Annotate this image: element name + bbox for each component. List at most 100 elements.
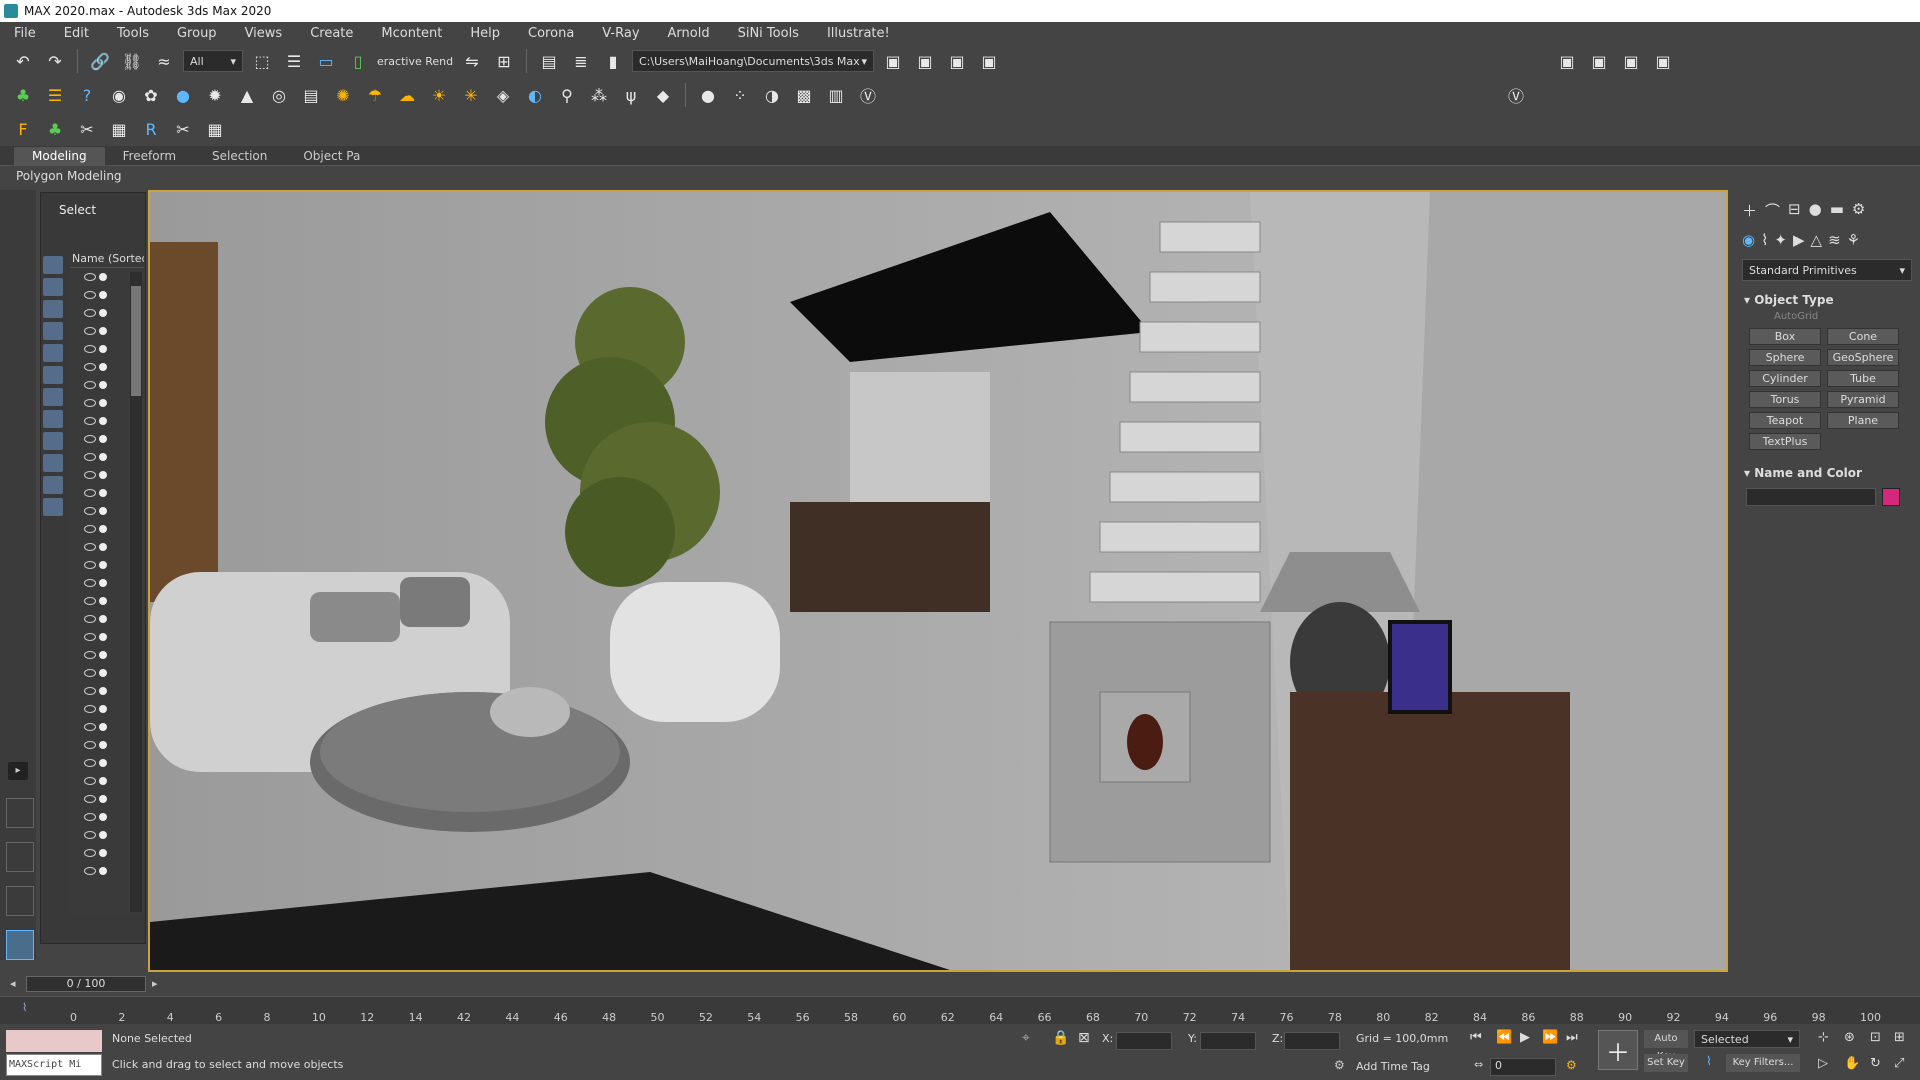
autogrid-checkbox[interactable]: AutoGrid	[1736, 311, 1920, 322]
tab-modeling[interactable]: Modeling	[14, 147, 105, 165]
visibility-eye-icon[interactable]	[84, 327, 96, 335]
visibility-eye-icon[interactable]	[84, 831, 96, 839]
freeze-dot-icon[interactable]	[99, 849, 107, 857]
box-button[interactable]: Box	[1749, 328, 1821, 345]
help-icon[interactable]: ?	[74, 82, 100, 108]
curve-editor-icon[interactable]: ⌇	[22, 1001, 27, 1014]
tools-icon[interactable]: ✂	[74, 116, 100, 142]
visibility-eye-icon[interactable]	[84, 849, 96, 857]
freeze-dot-icon[interactable]	[99, 381, 107, 389]
freeze-dot-icon[interactable]	[99, 687, 107, 695]
torus-button[interactable]: Torus	[1749, 391, 1821, 408]
maxscript-mini-listener[interactable]: MAXScript Mi	[6, 1054, 102, 1076]
railclone-icon[interactable]: R	[138, 116, 164, 142]
scrollbar-thumb[interactable]	[131, 286, 141, 396]
visibility-eye-icon[interactable]	[84, 723, 96, 731]
select-object-icon[interactable]: ⬚	[249, 48, 275, 74]
name-color-rollout-title[interactable]: ▾ Name and Color	[1736, 462, 1920, 484]
unlink-icon[interactable]: ⛓	[119, 48, 145, 74]
visibility-eye-icon[interactable]	[84, 507, 96, 515]
rectangular-selection-icon[interactable]: ▭	[313, 48, 339, 74]
visibility-eye-icon[interactable]	[84, 597, 96, 605]
freeze-dot-icon[interactable]	[99, 615, 107, 623]
filter-hidden-icon[interactable]	[43, 498, 63, 516]
ribbon-toggle-icon[interactable]: ▮	[600, 48, 626, 74]
visibility-eye-icon[interactable]	[84, 381, 96, 389]
select-by-name-icon[interactable]: ☰	[281, 48, 307, 74]
zoom-icon[interactable]: ⊹	[1818, 1030, 1829, 1045]
render-setup-icon[interactable]: ▣	[1554, 48, 1580, 74]
helpers-icon[interactable]: △	[1811, 231, 1823, 249]
layer-explorer-icon[interactable]: ≣	[568, 48, 594, 74]
link-icon[interactable]: 🔗	[87, 48, 113, 74]
menu-corona[interactable]: Corona	[514, 26, 588, 41]
tripod-icon[interactable]: ⚲	[554, 82, 580, 108]
freeze-dot-icon[interactable]	[99, 399, 107, 407]
freeze-dot-icon[interactable]	[99, 813, 107, 821]
material-editor-icon[interactable]: ⁘	[727, 82, 753, 108]
cameras-icon[interactable]: ▶	[1793, 231, 1805, 249]
filter-cameras-icon[interactable]	[43, 322, 63, 340]
freeze-dot-icon[interactable]	[99, 795, 107, 803]
menu-vray[interactable]: V-Ray	[588, 26, 653, 41]
isolate-icon[interactable]: ⌖	[1022, 1030, 1030, 1046]
render-iterative-icon[interactable]: ▣	[1650, 48, 1676, 74]
selection-filter-dropdown[interactable]: All ▾	[183, 50, 243, 72]
systems-icon[interactable]: ⚘	[1847, 231, 1860, 249]
menu-help[interactable]: Help	[456, 26, 514, 41]
menu-tools[interactable]: Tools	[103, 26, 163, 41]
prev-frame-icon[interactable]: ◂	[10, 977, 16, 990]
freeze-dot-icon[interactable]	[99, 579, 107, 587]
layout-tab-icon[interactable]	[6, 842, 34, 872]
utilities-tab-icon[interactable]: ⚙	[1852, 200, 1865, 221]
freeze-dot-icon[interactable]	[99, 759, 107, 767]
auto-key-button[interactable]: Auto Key	[1644, 1030, 1688, 1062]
freeze-dot-icon[interactable]	[99, 363, 107, 371]
set-key-button[interactable]: Set Key	[1644, 1054, 1688, 1072]
render-production-icon[interactable]: ▣	[944, 48, 970, 74]
set-key-big-icon[interactable]: ＋	[1598, 1030, 1638, 1070]
key-mode-dropdown[interactable]: Selected ▾	[1694, 1030, 1800, 1048]
render-production-icon[interactable]: ▣	[1618, 48, 1644, 74]
freeze-dot-icon[interactable]	[99, 867, 107, 875]
tab-object-paint[interactable]: Object Pa	[285, 147, 378, 165]
visibility-eye-icon[interactable]	[84, 435, 96, 443]
visibility-eye-icon[interactable]	[84, 453, 96, 461]
track-bar[interactable]: ⌇ 0 2 4 6 8 10 12 14 42 44 46 48 50 52 54 56 58 60 62 64 66 6…	[0, 996, 1920, 1024]
menu-create[interactable]: Create	[296, 26, 367, 41]
create-tab-icon[interactable]: ＋	[1742, 200, 1757, 221]
visibility-eye-icon[interactable]	[84, 489, 96, 497]
cylinder-button[interactable]: Cylinder	[1749, 370, 1821, 387]
filter-groups-icon[interactable]	[43, 388, 63, 406]
visibility-eye-icon[interactable]	[84, 687, 96, 695]
object-type-rollout-title[interactable]: ▾ Object Type	[1736, 289, 1920, 311]
key-filters-button[interactable]: Key Filters...	[1726, 1054, 1800, 1072]
grass-icon[interactable]: ψ	[618, 82, 644, 108]
freeze-dot-icon[interactable]	[99, 489, 107, 497]
visibility-eye-icon[interactable]	[84, 759, 96, 767]
light-icon[interactable]: ✿	[138, 82, 164, 108]
absolute-mode-icon[interactable]: ⊠	[1078, 1030, 1090, 1046]
sphere-button[interactable]: Sphere	[1749, 349, 1821, 366]
box-icon[interactable]: ◈	[490, 82, 516, 108]
time-tag-icon[interactable]: ⚙	[1334, 1058, 1345, 1072]
table-icon[interactable]: ▦	[202, 116, 228, 142]
visibility-eye-icon[interactable]	[84, 471, 96, 479]
filter-frozen-icon[interactable]	[43, 476, 63, 494]
visibility-eye-icon[interactable]	[84, 561, 96, 569]
freeze-dot-icon[interactable]	[99, 507, 107, 515]
menu-views[interactable]: Views	[231, 26, 297, 41]
render-frame-icon[interactable]: ▣	[912, 48, 938, 74]
tab-selection[interactable]: Selection	[194, 147, 285, 165]
pyramid-button[interactable]: Pyramid	[1827, 391, 1899, 408]
table-icon[interactable]: ▦	[106, 116, 132, 142]
interactive-render-label[interactable]: eractive Rend	[377, 55, 453, 68]
menu-file[interactable]: File	[0, 26, 50, 41]
explorer-scrollbar[interactable]	[130, 272, 142, 912]
list-icon[interactable]: ☰	[42, 82, 68, 108]
menu-illustrate[interactable]: Illustrate!	[813, 26, 904, 41]
vfb-icon[interactable]: ▩	[791, 82, 817, 108]
render-setup-icon[interactable]: ▣	[880, 48, 906, 74]
layout-tab-icon[interactable]	[6, 798, 34, 828]
visibility-eye-icon[interactable]	[84, 867, 96, 875]
